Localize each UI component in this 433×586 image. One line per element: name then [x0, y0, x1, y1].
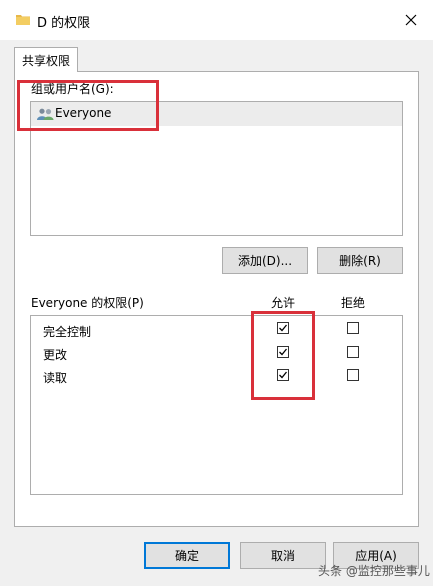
ok-button[interactable]: 确定	[144, 542, 230, 569]
highlight-box-groups	[17, 80, 159, 131]
window-title: D 的权限	[37, 16, 91, 31]
permission-name: 完全控制	[43, 325, 92, 339]
deny-header: 拒绝	[341, 296, 366, 310]
close-button[interactable]	[396, 6, 426, 34]
cancel-button[interactable]: 取消	[240, 542, 326, 569]
tab-label: 共享权限	[21, 53, 70, 68]
folder-icon	[16, 14, 30, 25]
permission-name: 更改	[43, 348, 68, 362]
allow-header: 允许	[271, 296, 296, 310]
permissions-label: Everyone 的权限(P)	[31, 296, 144, 310]
permission-name: 读取	[43, 371, 68, 385]
deny-checkbox-read[interactable]	[347, 369, 359, 381]
deny-checkbox-change[interactable]	[347, 346, 359, 358]
highlight-box-allow	[251, 311, 315, 400]
title-bar: D 的权限	[0, 0, 433, 40]
deny-checkbox-full-control[interactable]	[347, 322, 359, 334]
tab-share-permissions[interactable]: 共享权限	[14, 47, 78, 72]
close-icon	[405, 14, 417, 26]
remove-button[interactable]: 删除(R)	[317, 247, 403, 274]
permissions-list: 完全控制 更改 读取	[30, 315, 403, 495]
watermark-text: 头条 @监控那些事儿	[318, 564, 430, 578]
add-button[interactable]: 添加(D)...	[222, 247, 308, 274]
